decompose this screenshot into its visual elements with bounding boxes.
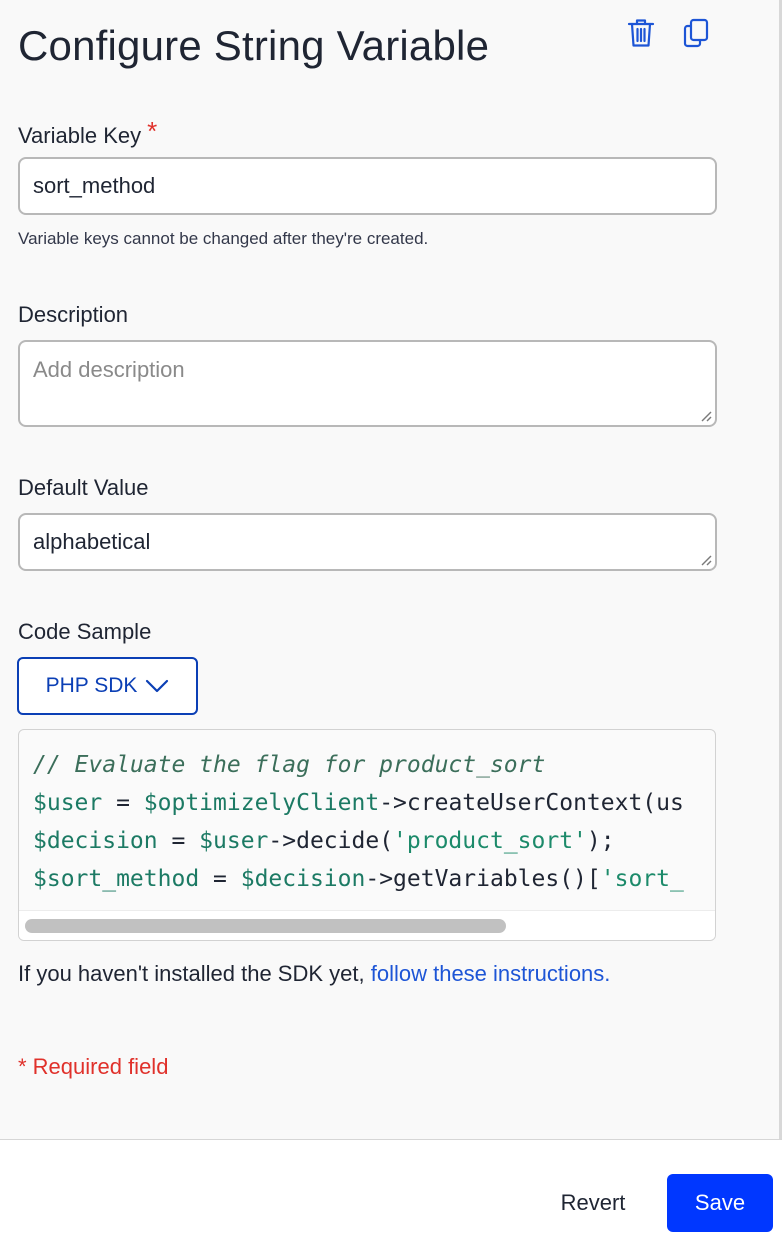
code-token: ->getVariables()[ <box>365 866 601 892</box>
code-token: = <box>102 790 144 816</box>
code-token: $user <box>199 828 269 854</box>
code-horizontal-scrollbar[interactable] <box>19 910 715 940</box>
trash-icon <box>627 19 655 47</box>
code-token: $sort_method <box>33 866 200 892</box>
code-token: // Evaluate the flag for product_sort <box>33 752 546 778</box>
copy-icon <box>683 18 709 48</box>
code-token: $optimizelyClient <box>143 790 380 816</box>
code-sample-text: // Evaluate the flag for product_sort $us… <box>33 746 684 898</box>
scrollbar-thumb[interactable] <box>25 919 506 933</box>
variable-key-label: Variable Key * <box>18 116 158 150</box>
install-instructions-link[interactable]: follow these instructions. <box>371 961 611 986</box>
install-note-text: If you haven't installed the SDK yet, <box>18 961 371 986</box>
code-token: 'sort_ <box>600 866 684 892</box>
sdk-select-value: PHP SDK <box>45 674 138 697</box>
code-token: ); <box>586 828 615 854</box>
description-placeholder: Add description <box>33 357 185 382</box>
code-token: 'product_sort' <box>393 828 587 854</box>
revert-button[interactable]: Revert <box>545 1176 641 1230</box>
copy-button[interactable] <box>679 16 713 50</box>
chevron-down-icon <box>146 679 169 693</box>
variable-key-value: sort_method <box>33 173 156 198</box>
code-line: $sort_method = $decision->getVariables()… <box>33 860 684 898</box>
code-sample-box[interactable]: // Evaluate the flag for product_sort $us… <box>18 729 716 941</box>
description-textarea[interactable]: Add description <box>18 340 717 427</box>
code-token: $user <box>33 790 103 816</box>
required-field-note: * Required field <box>18 1054 169 1079</box>
code-line: $user = $optimizelyClient->createUserCon… <box>33 784 684 822</box>
save-button[interactable]: Save <box>667 1174 773 1232</box>
code-line: // Evaluate the flag for product_sort <box>33 746 684 784</box>
default-value-text: alphabetical <box>33 529 151 554</box>
required-asterisk: * <box>147 116 158 146</box>
variable-config-panel: Configure String Variable Variable Key * … <box>0 0 782 1140</box>
code-token: ->createUserContext(us <box>379 790 684 816</box>
code-token: = <box>199 866 241 892</box>
default-value-textarea[interactable]: alphabetical <box>18 513 717 571</box>
code-token: $decision <box>33 828 158 854</box>
code-token: ->decide( <box>268 828 394 854</box>
variable-key-label-text: Variable Key <box>18 123 142 148</box>
default-value-label: Default Value <box>18 475 149 500</box>
variable-key-input[interactable]: sort_method <box>18 157 717 215</box>
page-title: Configure String Variable <box>18 22 490 69</box>
resize-grip-icon[interactable] <box>700 554 712 566</box>
install-note: If you haven't installed the SDK yet, fo… <box>18 961 610 987</box>
code-token: = <box>157 828 200 854</box>
delete-button[interactable] <box>624 16 658 50</box>
description-label: Description <box>18 302 129 327</box>
variable-key-help: Variable keys cannot be changed after th… <box>18 229 429 248</box>
code-token: $decision <box>240 866 366 892</box>
code-sample-label: Code Sample <box>18 619 152 644</box>
resize-grip-icon[interactable] <box>700 410 712 422</box>
sdk-select-dropdown[interactable]: PHP SDK <box>17 657 198 715</box>
code-line: $decision = $user->decide('product_sort'… <box>33 822 684 860</box>
